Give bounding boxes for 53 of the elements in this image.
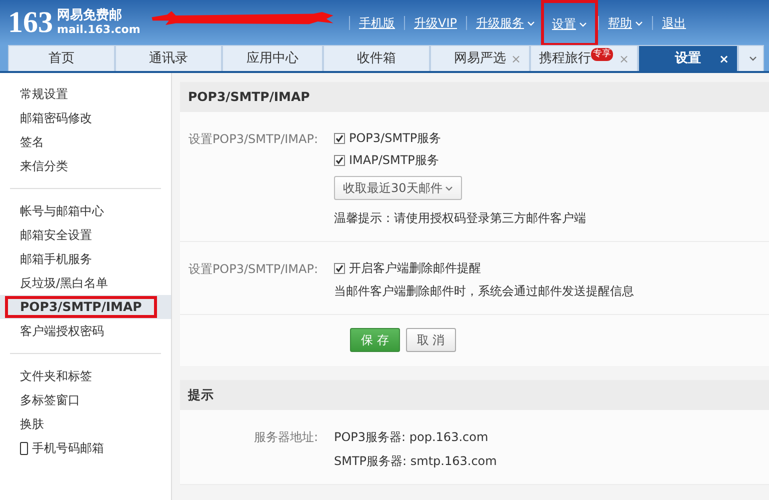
sidebar-item[interactable]: 换肤 — [0, 412, 171, 436]
tab-badge: 专享 — [591, 48, 613, 61]
info-text: 当邮件客户端删除邮件时，系统会通过邮件发送提醒信息 — [334, 283, 634, 300]
field-label: 设置POP3/SMTP/IMAP: — [187, 131, 319, 148]
close-icon[interactable]: × — [718, 50, 729, 68]
chevron-down-icon — [527, 20, 535, 26]
sidebar-item[interactable]: 常规设置 — [0, 82, 171, 106]
top-nav-link[interactable]: 帮助 — [598, 16, 652, 30]
checkbox[interactable] — [334, 154, 345, 166]
tab[interactable]: 通讯录 — [115, 45, 222, 71]
phone-icon — [20, 442, 28, 454]
sidebar-item[interactable]: 反垃圾/黑白名单 — [0, 271, 171, 295]
field-label: 服务器地址: — [252, 429, 319, 446]
logo-domain: mail.163.com — [57, 24, 140, 36]
logo-name: 网易免费邮 — [57, 9, 123, 24]
sidebar-item[interactable]: 邮箱手机服务 — [0, 247, 171, 271]
tab[interactable]: 首页 — [8, 45, 115, 71]
sidebar-item[interactable]: 手机号码邮箱 — [0, 436, 171, 460]
cancel-button[interactable]: 取 消 — [406, 328, 456, 352]
top-nav-link[interactable]: 手机版 — [349, 16, 404, 30]
sidebar-item[interactable]: 邮箱安全设置 — [0, 223, 171, 247]
sidebar-item[interactable]: 来信分类 — [0, 154, 171, 178]
tab[interactable]: 设置 × — [638, 45, 738, 71]
sidebar-item[interactable]: 签名 — [0, 130, 171, 154]
section-header: POP3/SMTP/IMAP — [180, 82, 769, 112]
top-nav-link[interactable]: 升级服务 — [466, 16, 544, 30]
chevron-down-icon — [579, 22, 587, 27]
sidebar-item[interactable]: 邮箱密码修改 — [0, 106, 171, 130]
tab[interactable]: 收件箱 — [323, 45, 430, 71]
chevron-down-icon — [635, 20, 643, 26]
checkbox-option[interactable]: 开启客户端删除邮件提醒 — [334, 259, 481, 277]
section-header: 提示 — [180, 380, 769, 410]
field-label: 设置POP3/SMTP/IMAP: — [187, 261, 319, 278]
checkbox-option[interactable]: POP3/SMTP服务 — [334, 129, 442, 147]
info-text: 温馨提示：请使用授权码登录第三方邮件客户端 — [334, 210, 586, 227]
tab[interactable]: 应用中心 — [222, 45, 323, 71]
top-nav-link[interactable]: 退出 — [652, 16, 695, 30]
checkbox[interactable] — [334, 132, 345, 144]
info-text: SMTP服务器: smtp.163.com — [334, 453, 497, 470]
logo-number: 163 — [8, 8, 53, 38]
chevron-down-icon — [748, 56, 756, 61]
top-nav-link[interactable]: 升级VIP — [404, 16, 466, 30]
chevron-down-icon — [445, 186, 454, 192]
checkbox-option[interactable]: IMAP/SMTP服务 — [334, 151, 439, 169]
tab[interactable]: 网易严选 × — [430, 45, 530, 71]
dropdown-select[interactable]: 收取最近30天邮件 — [334, 176, 462, 200]
sidebar-item[interactable]: 多标签窗口 — [0, 388, 171, 412]
sidebar-item[interactable]: POP3/SMTP/IMAP — [0, 295, 171, 319]
info-text: POP3服务器: pop.163.com — [334, 429, 488, 446]
sidebar-item[interactable]: 文件夹和标签 — [0, 364, 171, 388]
checkbox[interactable] — [334, 262, 345, 274]
sidebar-item[interactable]: 帐号与邮箱中心 — [0, 199, 171, 223]
sidebar-item[interactable]: 客户端授权密码 — [0, 319, 171, 343]
